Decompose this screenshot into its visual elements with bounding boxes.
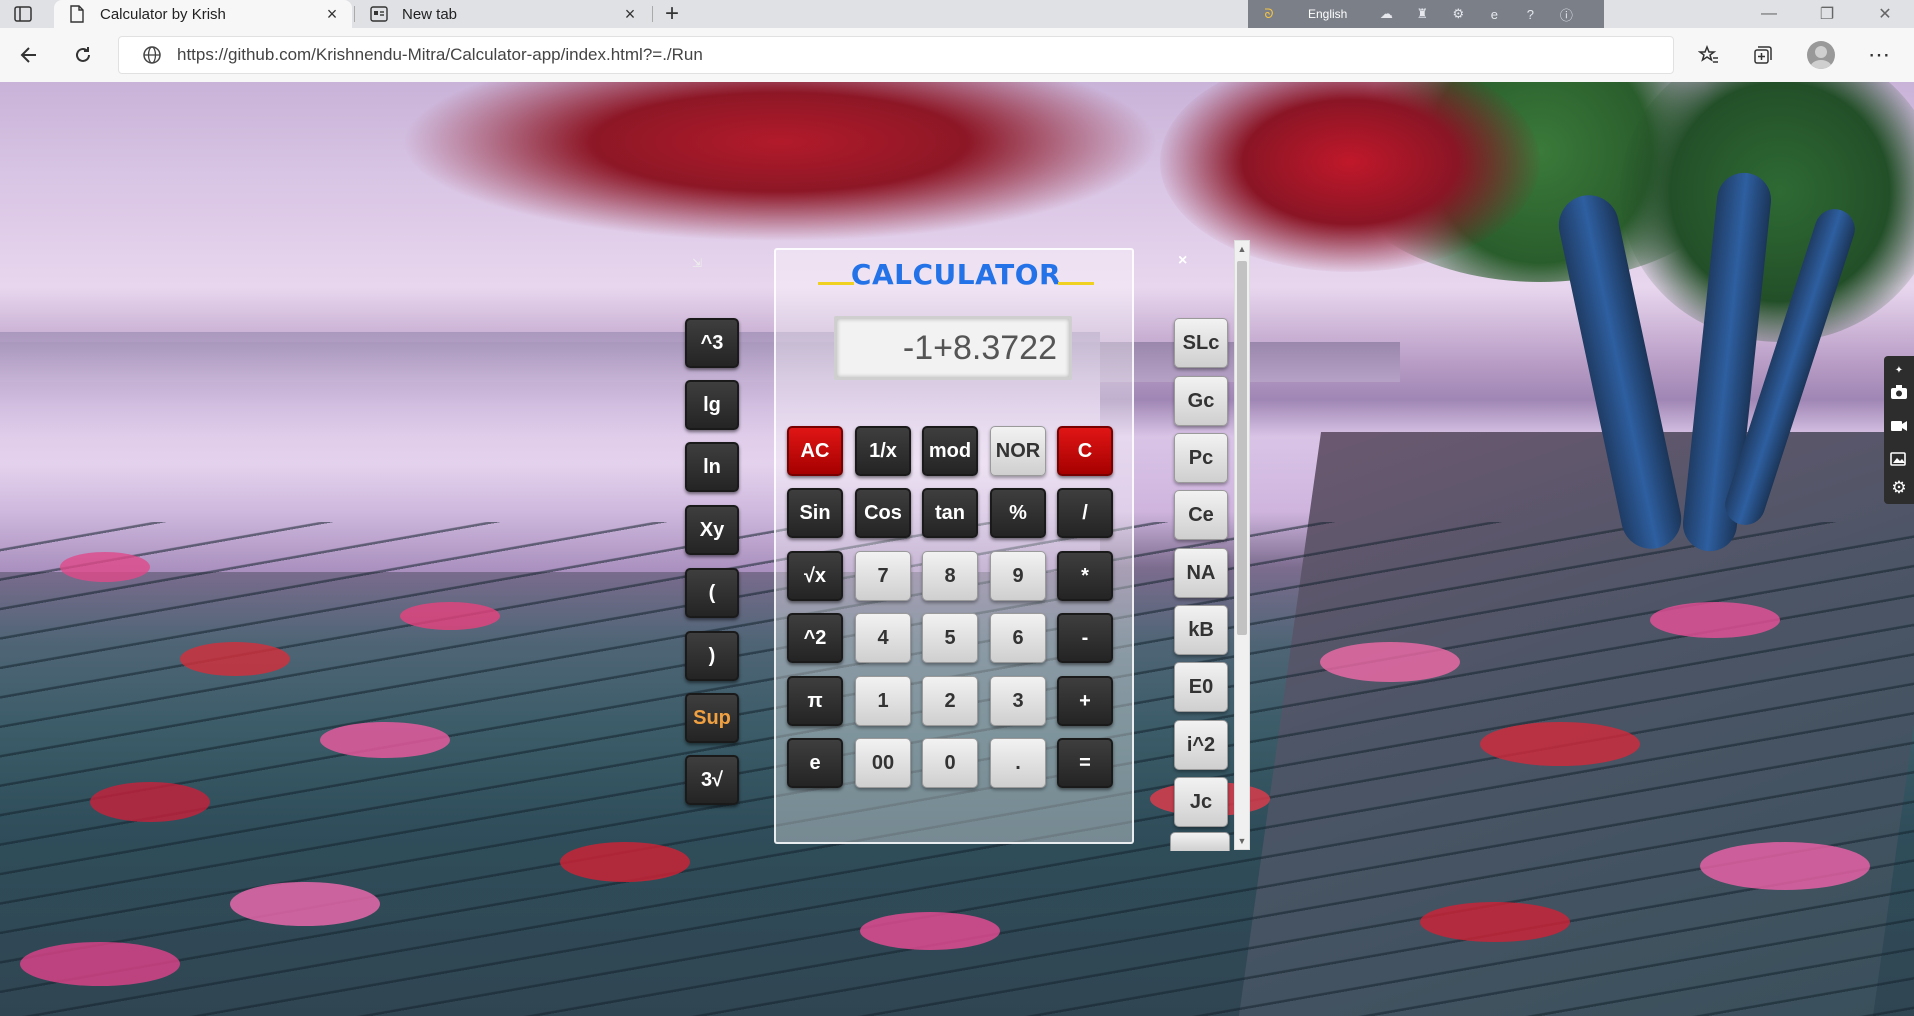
na-button[interactable]: NA: [1174, 548, 1228, 598]
percent-button[interactable]: %: [990, 488, 1046, 538]
capture-toolbar: ✦ ⚙: [1884, 356, 1914, 504]
reciprocal-button[interactable]: 1/x: [855, 426, 911, 476]
close-tab-icon[interactable]: ×: [320, 2, 344, 26]
slc-button[interactable]: SLc: [1174, 318, 1228, 368]
tab-title: Calculator by Krish: [100, 5, 226, 23]
cos-button[interactable]: Cos: [855, 488, 911, 538]
constants-scrollbar[interactable]: ▲ ▼: [1234, 240, 1250, 850]
power-button[interactable]: Xy: [685, 505, 739, 555]
log-button[interactable]: lg: [685, 380, 739, 430]
subtract-button[interactable]: -: [1057, 613, 1113, 663]
close-icon[interactable]: ×: [1178, 252, 1187, 270]
digit-4-button[interactable]: 4: [855, 613, 911, 663]
equals-button[interactable]: =: [1057, 738, 1113, 788]
profile-avatar[interactable]: [1804, 38, 1838, 72]
tab-new-tab[interactable]: New tab ×: [356, 0, 650, 28]
decimal-button[interactable]: .: [990, 738, 1046, 788]
euler-button[interactable]: e: [787, 738, 843, 788]
ime-settings-icon[interactable]: ⚙: [1449, 5, 1467, 23]
restore-icon[interactable]: ❐: [1802, 0, 1852, 28]
clear-button[interactable]: C: [1057, 426, 1113, 476]
address-bar[interactable]: https://github.com/Krishnendu-Mitra/Calc…: [118, 36, 1674, 74]
sin-button[interactable]: Sin: [787, 488, 843, 538]
digit-1-button[interactable]: 1: [855, 676, 911, 726]
digit-0-button[interactable]: 0: [922, 738, 978, 788]
new-tab-page-icon: [370, 5, 388, 23]
digit-3-button[interactable]: 3: [990, 676, 1046, 726]
close-paren-button[interactable]: ): [685, 631, 739, 681]
calculator-display: -1+8.3722: [834, 316, 1072, 380]
scroll-down-icon[interactable]: ▼: [1235, 834, 1249, 848]
i-squared-button[interactable]: i^2: [1174, 720, 1228, 770]
all-clear-button[interactable]: AC: [787, 426, 843, 476]
digit-2-button[interactable]: 2: [922, 676, 978, 726]
pi-button[interactable]: π: [787, 676, 843, 726]
tan-button[interactable]: tan: [922, 488, 978, 538]
close-tab-icon[interactable]: ×: [618, 2, 642, 26]
ce-button[interactable]: Ce: [1174, 490, 1228, 540]
add-button[interactable]: +: [1057, 676, 1113, 726]
more-menu-icon[interactable]: ⋯: [1862, 38, 1896, 72]
tab-strip: Calculator by Krish × New tab × + ᘐ Engl…: [0, 0, 1914, 28]
new-tab-plus-icon[interactable]: +: [658, 0, 686, 27]
tab-divider: [354, 6, 355, 22]
video-icon[interactable]: [1889, 416, 1909, 436]
url-text: https://github.com/Krishnendu-Mitra/Calc…: [177, 45, 703, 64]
ime-cloud-icon[interactable]: ☁: [1377, 5, 1395, 23]
multiply-button[interactable]: *: [1057, 551, 1113, 601]
calculator-title: CALCULATOR: [810, 258, 1102, 291]
ime-language[interactable]: English: [1308, 7, 1347, 21]
pc-button[interactable]: Pc: [1174, 433, 1228, 483]
favorites-star-icon[interactable]: [1692, 38, 1726, 72]
close-window-icon[interactable]: ✕: [1860, 0, 1910, 28]
minimize-icon[interactable]: —: [1744, 0, 1794, 28]
cube-button[interactable]: ^3: [685, 318, 739, 368]
kb-button[interactable]: kB: [1174, 605, 1228, 655]
cube-root-button[interactable]: 3√: [685, 755, 739, 805]
gc-button[interactable]: Gc: [1174, 376, 1228, 426]
back-arrow-icon[interactable]: [12, 38, 46, 72]
digit-5-button[interactable]: 5: [922, 613, 978, 663]
scroll-up-icon[interactable]: ▲: [1235, 242, 1249, 256]
ime-browser-icon[interactable]: e: [1485, 5, 1503, 23]
jc-button[interactable]: Jc: [1174, 777, 1228, 827]
resize-corner-icon[interactable]: ⇲: [692, 256, 702, 270]
sup-button[interactable]: Sup: [685, 693, 739, 743]
ime-logo-icon[interactable]: ᘐ: [1260, 5, 1278, 23]
divide-button[interactable]: /: [1057, 488, 1113, 538]
partially-hidden-button[interactable]: [1170, 832, 1230, 851]
scroll-thumb[interactable]: [1237, 261, 1247, 635]
gallery-icon[interactable]: [1889, 448, 1909, 468]
digit-9-button[interactable]: 9: [990, 551, 1046, 601]
tab-title: New tab: [402, 5, 458, 23]
ime-toolbar: ᘐ English ☁ ♜ ⚙ e ? ⓘ: [1248, 0, 1604, 28]
ime-skin-icon[interactable]: ♜: [1413, 5, 1431, 23]
digit-7-button[interactable]: 7: [855, 551, 911, 601]
sqrt-button[interactable]: √x: [787, 551, 843, 601]
ime-help-icon[interactable]: ?: [1521, 5, 1539, 23]
mod-button[interactable]: mod: [922, 426, 978, 476]
tab-divider: [652, 6, 653, 22]
camera-icon[interactable]: [1889, 382, 1909, 402]
settings-gear-icon[interactable]: ⚙: [1889, 478, 1909, 498]
refresh-icon[interactable]: [66, 38, 100, 72]
ime-info-icon[interactable]: ⓘ: [1557, 5, 1575, 23]
globe-icon[interactable]: [141, 44, 163, 66]
page-icon: [68, 5, 86, 23]
double-zero-button[interactable]: 00: [855, 738, 911, 788]
ln-button[interactable]: ln: [685, 442, 739, 492]
pin-icon[interactable]: ✦: [1889, 360, 1909, 380]
address-toolbar: https://github.com/Krishnendu-Mitra/Calc…: [0, 28, 1914, 83]
tab-actions-menu-icon[interactable]: [12, 3, 34, 25]
open-paren-button[interactable]: (: [685, 568, 739, 618]
collections-icon[interactable]: [1746, 38, 1780, 72]
digit-6-button[interactable]: 6: [990, 613, 1046, 663]
square-button[interactable]: ^2: [787, 613, 843, 663]
tab-calculator[interactable]: Calculator by Krish ×: [54, 0, 352, 28]
digit-8-button[interactable]: 8: [922, 551, 978, 601]
nor-button[interactable]: NOR: [990, 426, 1046, 476]
e0-button[interactable]: E0: [1174, 662, 1228, 712]
